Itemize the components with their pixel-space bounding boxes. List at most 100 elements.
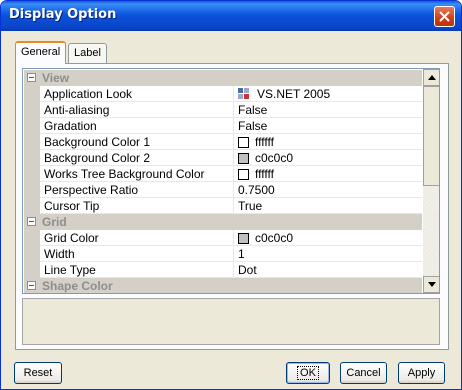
column-divider[interactable] bbox=[233, 246, 234, 262]
column-divider[interactable] bbox=[233, 134, 234, 150]
scroll-up-button[interactable] bbox=[423, 69, 439, 86]
category-row[interactable]: View bbox=[24, 70, 422, 86]
property-row[interactable]: Line Type Dot bbox=[24, 262, 422, 278]
arrow-down-icon bbox=[428, 282, 436, 287]
property-value[interactable]: c0c0c0 bbox=[238, 151, 293, 165]
property-row[interactable]: Perspective Ratio 0.7500 bbox=[24, 182, 422, 198]
row-gutter bbox=[24, 230, 40, 246]
property-value-text: False bbox=[238, 103, 268, 117]
color-swatch bbox=[238, 153, 249, 164]
property-name: Gradation bbox=[44, 119, 97, 133]
category-label: Grid bbox=[42, 215, 67, 229]
collapse-icon[interactable] bbox=[27, 217, 36, 226]
property-row[interactable]: Width 1 bbox=[24, 246, 422, 262]
column-divider[interactable] bbox=[233, 230, 234, 246]
vertical-scrollbar[interactable] bbox=[423, 69, 439, 293]
reset-button[interactable]: Reset bbox=[14, 362, 62, 384]
property-value-text: True bbox=[238, 199, 263, 213]
color-swatch bbox=[238, 169, 249, 180]
property-value[interactable]: c0c0c0 bbox=[238, 231, 293, 245]
row-gutter bbox=[24, 166, 40, 182]
tab-general[interactable]: General bbox=[15, 41, 67, 64]
close-button[interactable] bbox=[434, 6, 455, 27]
tab-label[interactable]: Label bbox=[68, 43, 107, 63]
property-value-text: ffffff bbox=[255, 135, 274, 149]
property-grid: View Application Look VS.NET 2005 Anti-alia… bbox=[22, 68, 440, 294]
property-value-text: c0c0c0 bbox=[255, 231, 294, 245]
property-row[interactable]: Anti-aliasing False bbox=[24, 102, 422, 118]
property-list: View Application Look VS.NET 2005 Anti-alia… bbox=[24, 70, 422, 293]
category-row[interactable]: Shape Color bbox=[24, 278, 422, 293]
property-value[interactable]: Dot bbox=[238, 263, 257, 277]
row-gutter bbox=[24, 182, 40, 198]
column-divider[interactable] bbox=[233, 118, 234, 134]
property-row[interactable]: Cursor Tip True bbox=[24, 198, 422, 214]
property-value[interactable]: 0.7500 bbox=[238, 183, 275, 197]
property-value-text: ffffff bbox=[255, 167, 274, 181]
property-name: Width bbox=[44, 247, 75, 261]
property-value-text: VS.NET 2005 bbox=[257, 87, 331, 101]
property-name: Line Type bbox=[44, 263, 96, 277]
column-divider[interactable] bbox=[233, 86, 234, 102]
apply-button[interactable]: Apply bbox=[398, 362, 445, 384]
category-label: Shape Color bbox=[42, 279, 113, 293]
property-row[interactable]: Works Tree Background Color ffffff bbox=[24, 166, 422, 182]
property-value-text: 0.7500 bbox=[238, 183, 275, 197]
property-name: Background Color 2 bbox=[44, 151, 151, 165]
color-swatch bbox=[238, 137, 249, 148]
column-divider[interactable] bbox=[233, 182, 234, 198]
property-value[interactable]: False bbox=[238, 119, 267, 133]
arrow-up-icon bbox=[428, 75, 436, 80]
close-icon bbox=[439, 11, 450, 22]
scroll-thumb[interactable] bbox=[423, 86, 439, 186]
row-gutter bbox=[24, 118, 40, 134]
property-value[interactable]: True bbox=[238, 199, 262, 213]
property-name: Background Color 1 bbox=[44, 135, 151, 149]
scroll-down-button[interactable] bbox=[423, 276, 439, 293]
property-value[interactable]: 1 bbox=[238, 247, 245, 261]
column-divider[interactable] bbox=[233, 102, 234, 118]
tab-panel-general: View Application Look VS.NET 2005 Anti-alia… bbox=[15, 63, 449, 350]
property-name: Application Look bbox=[44, 87, 133, 101]
property-name: Anti-aliasing bbox=[44, 103, 110, 117]
description-panel bbox=[22, 298, 440, 345]
column-divider[interactable] bbox=[233, 198, 234, 214]
property-value[interactable]: ffffff bbox=[238, 167, 274, 181]
property-row[interactable]: Background Color 2 c0c0c0 bbox=[24, 150, 422, 166]
property-value-text: 1 bbox=[238, 247, 245, 261]
color-swatch bbox=[238, 233, 249, 244]
property-name: Perspective Ratio bbox=[44, 183, 139, 197]
row-gutter bbox=[24, 198, 40, 214]
property-name: Grid Color bbox=[44, 231, 99, 245]
property-row[interactable]: Application Look VS.NET 2005 bbox=[24, 86, 422, 102]
property-value-text: c0c0c0 bbox=[255, 151, 294, 165]
property-row[interactable]: Grid Color c0c0c0 bbox=[24, 230, 422, 246]
property-row[interactable]: Gradation False bbox=[24, 118, 422, 134]
property-value-text: False bbox=[238, 119, 268, 133]
property-row[interactable]: Background Color 1 ffffff bbox=[24, 134, 422, 150]
column-divider[interactable] bbox=[233, 262, 234, 278]
display-option-dialog: Display Option General Label View Applica… bbox=[0, 0, 462, 390]
collapse-icon[interactable] bbox=[27, 281, 36, 290]
row-gutter bbox=[24, 134, 40, 150]
title-bar[interactable]: Display Option bbox=[1, 1, 461, 31]
property-name: Works Tree Background Color bbox=[44, 167, 205, 181]
property-name: Cursor Tip bbox=[44, 199, 100, 213]
collapse-icon[interactable] bbox=[27, 73, 36, 82]
property-value-text: Dot bbox=[238, 263, 257, 277]
ok-button[interactable]: OK bbox=[286, 362, 330, 384]
column-divider[interactable] bbox=[233, 166, 234, 182]
row-gutter bbox=[24, 262, 40, 278]
row-gutter bbox=[24, 102, 40, 118]
app-look-icon bbox=[238, 88, 249, 99]
row-gutter bbox=[24, 150, 40, 166]
property-value[interactable]: False bbox=[238, 103, 267, 117]
window-title: Display Option bbox=[9, 7, 117, 22]
ok-button-label: OK bbox=[297, 366, 319, 380]
property-value[interactable]: ffffff bbox=[238, 135, 274, 149]
cancel-button[interactable]: Cancel bbox=[340, 362, 387, 384]
column-divider[interactable] bbox=[233, 150, 234, 166]
property-value[interactable]: VS.NET 2005 bbox=[238, 87, 330, 101]
category-row[interactable]: Grid bbox=[24, 214, 422, 230]
row-gutter bbox=[24, 86, 40, 102]
